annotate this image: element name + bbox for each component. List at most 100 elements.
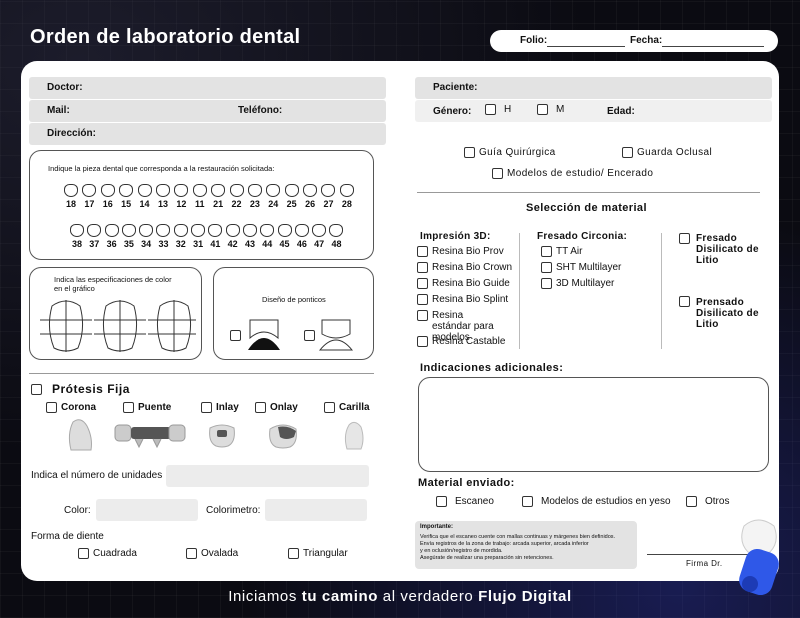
direccion-field[interactable]: Dirección: <box>29 123 386 145</box>
material-checkbox[interactable] <box>417 336 428 347</box>
option-inlay[interactable]: Inlay <box>201 402 239 413</box>
m-checkbox[interactable] <box>537 104 548 115</box>
option-ovalada[interactable]: Ovalada <box>186 548 238 559</box>
tooth-24[interactable]: 24 <box>266 184 281 209</box>
option-escaneo[interactable]: Escaneo <box>436 496 494 507</box>
triangular-checkbox[interactable] <box>288 548 299 559</box>
tooth-15[interactable]: 15 <box>119 184 134 209</box>
option-puente[interactable]: Puente <box>123 402 171 413</box>
color-map-teeth-graphic[interactable] <box>36 298 196 354</box>
tooth-18[interactable]: 18 <box>64 184 78 209</box>
option-modelos-estudio[interactable]: Modelos de estudio/ Encerado <box>492 168 653 179</box>
option-guia-quirurgica[interactable]: Guía Quirúrgica <box>464 147 556 158</box>
guia-checkbox[interactable] <box>464 147 475 158</box>
doctor-field[interactable]: Doctor: <box>29 77 386 99</box>
tooth-44[interactable]: 44 <box>260 224 275 249</box>
material-zirconia_options-option[interactable]: 3D Multilayer <box>541 278 614 289</box>
tooth-12[interactable]: 12 <box>174 184 189 209</box>
option-carilla[interactable]: Carilla <box>324 402 370 413</box>
option-m[interactable]: M <box>537 104 564 115</box>
fresado-disilicato-checkbox[interactable] <box>679 233 690 244</box>
tooth-28[interactable]: 28 <box>339 184 354 209</box>
modelos-checkbox[interactable] <box>492 168 503 179</box>
tooth-45[interactable]: 45 <box>277 224 292 249</box>
material-checkbox[interactable] <box>417 310 428 321</box>
cuadrada-checkbox[interactable] <box>78 548 89 559</box>
tooth-16[interactable]: 16 <box>100 184 115 209</box>
tooth-13[interactable]: 13 <box>155 184 170 209</box>
units-input[interactable] <box>166 465 369 487</box>
h-checkbox[interactable] <box>485 104 496 115</box>
tooth-22[interactable]: 22 <box>229 184 244 209</box>
material-checkbox[interactable] <box>417 294 428 305</box>
tooth-21[interactable]: 21 <box>211 184 226 209</box>
material-print3d_options-option[interactable]: Resina Castable <box>417 336 505 347</box>
onlay-checkbox[interactable] <box>255 402 266 413</box>
ovalada-checkbox[interactable] <box>186 548 197 559</box>
material-print3d_options-option[interactable]: Resina Bio Guide <box>417 278 510 289</box>
tooth-38[interactable]: 38 <box>70 224 84 249</box>
material-checkbox[interactable] <box>417 246 428 257</box>
tooth-23[interactable]: 23 <box>247 184 262 209</box>
material-print3d_options-option[interactable]: Resina Bio Splint <box>417 294 508 305</box>
fecha-field[interactable] <box>662 46 764 47</box>
material-zirconia_options-option[interactable]: SHT Multilayer <box>541 262 621 273</box>
option-guarda-oclusal[interactable]: Guarda Oclusal <box>622 147 712 158</box>
option-h[interactable]: H <box>485 104 511 115</box>
tooth-25[interactable]: 25 <box>284 184 299 209</box>
inlay-checkbox[interactable] <box>201 402 212 413</box>
pontic-option-1-checkbox[interactable] <box>230 330 241 341</box>
tooth-36[interactable]: 36 <box>104 224 119 249</box>
tooth-47[interactable]: 47 <box>312 224 327 249</box>
option-modelos-yeso[interactable]: Modelos de estudios en yeso <box>522 496 671 507</box>
modelos-yeso-checkbox[interactable] <box>522 496 533 507</box>
escaneo-checkbox[interactable] <box>436 496 447 507</box>
tooth-26[interactable]: 26 <box>303 184 318 209</box>
tooth-11[interactable]: 11 <box>192 184 207 209</box>
option-cuadrada[interactable]: Cuadrada <box>78 548 137 559</box>
folio-field[interactable] <box>547 46 625 47</box>
colorimeter-input[interactable] <box>265 499 367 521</box>
tooth-31[interactable]: 31 <box>191 224 206 249</box>
carilla-checkbox[interactable] <box>324 402 335 413</box>
tooth-48[interactable]: 48 <box>329 224 344 249</box>
pontic-option-2-checkbox[interactable] <box>304 330 315 341</box>
prensado-disilicato-checkbox[interactable] <box>679 296 690 307</box>
tooth-34[interactable]: 34 <box>139 224 154 249</box>
mail-telefono-row[interactable]: Mail: Teléfono: <box>29 100 386 122</box>
option-otros[interactable]: Otros <box>686 496 729 507</box>
option-corona[interactable]: Corona <box>46 402 96 413</box>
tooth-17[interactable]: 17 <box>82 184 97 209</box>
otros-checkbox[interactable] <box>686 496 697 507</box>
material-checkbox[interactable] <box>541 262 552 273</box>
material-print3d_options-option[interactable]: Resina Bio Prov <box>417 246 504 257</box>
paciente-field[interactable]: Paciente: <box>415 77 772 99</box>
material-checkbox[interactable] <box>417 278 428 289</box>
tooth-35[interactable]: 35 <box>121 224 136 249</box>
indications-title: Indicaciones adicionales: <box>420 362 564 374</box>
material-zirconia_options-option[interactable]: TT Air <box>541 246 582 257</box>
puente-checkbox[interactable] <box>123 402 134 413</box>
tooth-37[interactable]: 37 <box>87 224 102 249</box>
tooth-14[interactable]: 14 <box>137 184 152 209</box>
tooth-41[interactable]: 41 <box>208 224 223 249</box>
tooth-27[interactable]: 27 <box>321 184 336 209</box>
tooth-42[interactable]: 42 <box>225 224 240 249</box>
option-triangular[interactable]: Triangular <box>288 548 348 559</box>
material-print3d_options-option[interactable]: Resina Bio Crown <box>417 262 512 273</box>
material-checkbox[interactable] <box>541 278 552 289</box>
guarda-checkbox[interactable] <box>622 147 633 158</box>
tooth-43[interactable]: 43 <box>242 224 257 249</box>
fixed-prosthesis-checkbox[interactable] <box>31 383 42 395</box>
corona-checkbox[interactable] <box>46 402 57 413</box>
color-input[interactable] <box>96 499 198 521</box>
fixed-prosthesis-toggle[interactable]: Prótesis Fija <box>31 382 130 396</box>
tooth-46[interactable]: 46 <box>294 224 309 249</box>
option-onlay[interactable]: Onlay <box>255 402 298 413</box>
material-checkbox[interactable] <box>417 262 428 273</box>
tooth-32[interactable]: 32 <box>173 224 188 249</box>
indications-textarea[interactable] <box>418 377 769 472</box>
material-checkbox[interactable] <box>541 246 552 257</box>
genero-edad-row: Género: H M Edad: <box>415 100 772 122</box>
tooth-33[interactable]: 33 <box>156 224 171 249</box>
